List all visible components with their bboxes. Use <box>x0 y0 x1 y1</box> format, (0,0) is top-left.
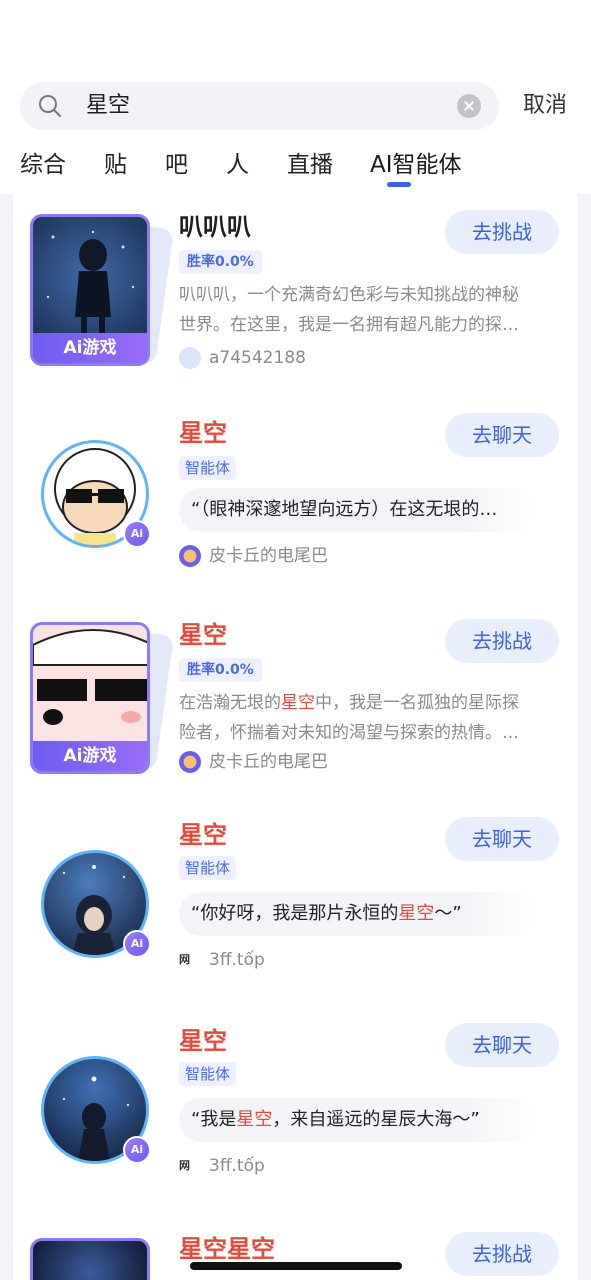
result-title: 星空 <box>179 821 227 849</box>
author-avatar <box>179 347 201 369</box>
chat-button[interactable]: 去聊天 <box>445 1023 559 1067</box>
result-title: 星空 <box>179 621 227 649</box>
description-line: 叭叭叭，一个充满奇幻色彩与未知挑战的神秘 <box>179 285 519 305</box>
author-name: a74542188 <box>209 348 306 368</box>
author-name: 3ff.tốp <box>209 950 265 970</box>
description-line: 在浩瀚无垠的星空中，我是一名孤独的星际探 <box>179 693 519 713</box>
ai-game-tag: Ai游戏 <box>33 333 147 363</box>
tab-people[interactable]: 人 <box>226 150 249 180</box>
search-icon <box>39 95 61 117</box>
author-logo-icon: 网 <box>179 953 190 966</box>
tab-ai-agents[interactable]: AI智能体 <box>370 150 462 180</box>
page-background-left <box>0 194 12 1280</box>
chat-button[interactable]: 去聊天 <box>445 413 559 457</box>
list-item[interactable]: Ai 星空 智能体 “你好呀，我是那片永恒的星空～” 网 3ff.tốp 去聊天 <box>13 814 580 1014</box>
author[interactable]: 皮卡丘的电尾巴 <box>179 544 328 568</box>
result-title: 叭叭叭 <box>179 213 251 241</box>
author-name: 皮卡丘的电尾巴 <box>209 752 328 772</box>
game-avatar <box>30 1238 150 1280</box>
tab-all[interactable]: 综合 <box>20 150 66 180</box>
search-input[interactable]: 星空 <box>86 92 130 120</box>
challenge-button[interactable]: 去挑战 <box>445 210 559 254</box>
game-avatar: Ai游戏 <box>30 622 150 774</box>
author-name: 皮卡丘的电尾巴 <box>209 546 328 566</box>
result-title: 星空 <box>179 419 227 447</box>
character-illustration <box>46 230 135 339</box>
author-logo-icon: 网 <box>179 1159 190 1172</box>
list-item[interactable]: Ai游戏 叭叭叭 胜率0.0% 叭叭叭，一个充满奇幻色彩与未知挑战的神秘 世界。… <box>13 194 580 394</box>
clear-icon[interactable] <box>457 94 481 118</box>
tab-posts[interactable]: 贴 <box>104 150 127 180</box>
author[interactable]: 网 3ff.tốp <box>179 948 265 972</box>
agent-tag: 智能体 <box>179 856 237 880</box>
tab-active-indicator <box>387 182 411 187</box>
agent-greeting: “（眼神深邃地望向远方）在这无垠的… <box>179 488 537 532</box>
description-line: 世界。在这里，我是一名拥有超凡能力的探… <box>179 315 519 335</box>
list-item[interactable]: Ai 星空 智能体 “我是星空，来自遥远的星辰大海～” 网 3ff.tốp 去聊天 <box>13 1020 580 1220</box>
author-avatar <box>179 751 201 773</box>
winrate-badge: 胜率0.0% <box>179 658 262 682</box>
list-item[interactable]: Ai游戏 星空 胜率0.0% 在浩瀚无垠的星空中，我是一名孤独的星际探 险者，怀… <box>13 614 580 814</box>
cancel-button[interactable]: 取消 <box>523 93 567 119</box>
results-list: Ai游戏 叭叭叭 胜率0.0% 叭叭叭，一个充满奇幻色彩与未知挑战的神秘 世界。… <box>12 194 579 1280</box>
result-title: 星空星空 <box>179 1235 275 1263</box>
list-item[interactable]: Ai 星空 智能体 “（眼神深邃地望向远方）在这无垠的… 皮卡丘的电尾巴 去聊天 <box>13 404 580 604</box>
search-row: 星空 取消 <box>20 82 591 130</box>
winrate-badge: 胜率0.0% <box>179 250 262 274</box>
tab-live[interactable]: 直播 <box>287 150 333 180</box>
agent-tag: 智能体 <box>179 1062 237 1086</box>
search-box[interactable]: 星空 <box>20 82 499 130</box>
result-description: 在浩瀚无垠的星空中，我是一名孤独的星际探 险者，怀揣着对未知的渴望与探索的热情。… <box>179 688 554 748</box>
ai-agent-badge: Ai <box>123 1136 151 1164</box>
character-illustration <box>33 629 147 725</box>
author[interactable]: 网 3ff.tốp <box>179 1154 265 1178</box>
page-background-right <box>579 194 591 1280</box>
list-item[interactable]: 星空星空 去挑战 <box>13 1228 580 1280</box>
chat-button[interactable]: 去聊天 <box>445 817 559 861</box>
agent-tag: 智能体 <box>179 456 237 480</box>
author-name: 3ff.tốp <box>209 1156 265 1176</box>
home-indicator[interactable] <box>190 1262 402 1270</box>
challenge-button[interactable]: 去挑战 <box>445 619 559 663</box>
result-title: 星空 <box>179 1027 227 1055</box>
author[interactable]: 皮卡丘的电尾巴 <box>179 750 328 774</box>
ai-agent-badge: Ai <box>123 930 151 958</box>
description-line: 险者，怀揣着对未知的渴望与探索的热情。… <box>179 723 519 743</box>
ai-game-tag: Ai游戏 <box>33 741 147 771</box>
author-avatar <box>179 545 201 567</box>
ai-agent-badge: Ai <box>123 520 151 548</box>
agent-greeting: “你好呀，我是那片永恒的星空～” <box>179 892 537 936</box>
challenge-button[interactable]: 去挑战 <box>445 1232 559 1276</box>
result-description: 叭叭叭，一个充满奇幻色彩与未知挑战的神秘 世界。在这里，我是一名拥有超凡能力的探… <box>179 280 554 340</box>
game-avatar: Ai游戏 <box>30 214 150 366</box>
tab-forums[interactable]: 吧 <box>165 150 188 180</box>
agent-greeting: “我是星空，来自遥远的星辰大海～” <box>179 1098 537 1142</box>
author[interactable]: a74542188 <box>179 346 306 370</box>
